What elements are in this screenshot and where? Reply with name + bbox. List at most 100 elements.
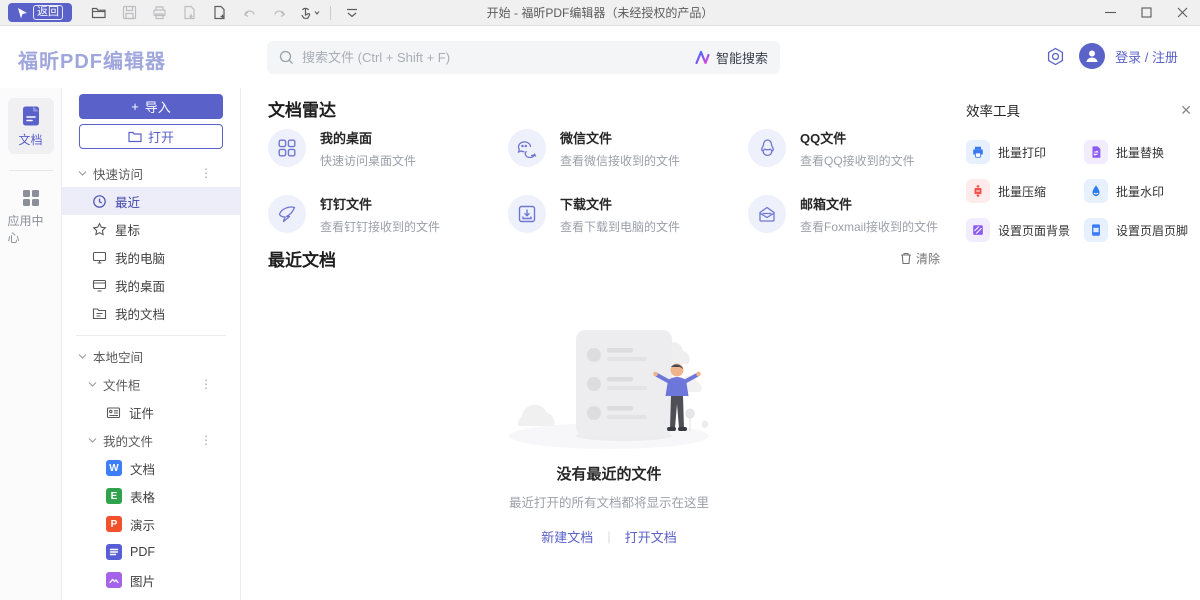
export-page-icon[interactable] [174,2,204,24]
tree-item-pdf[interactable]: PDF [62,538,240,566]
rail-item-app-center[interactable]: 应用中心 [8,181,54,252]
login-register-link[interactable]: 登录 / 注册 [1115,47,1178,66]
tree-item-images[interactable]: 图片 [62,566,240,594]
document-icon [20,105,42,127]
kebab-menu-icon[interactable]: ⋮ [200,166,212,180]
radar-card-downloads[interactable]: 下载文件查看下载到电脑的文件 [508,192,748,236]
tool-batch-compress[interactable]: 批量压缩 [966,179,1084,203]
item-label: 星标 [115,220,140,239]
close-button[interactable] [1164,0,1200,26]
tree-item-slides[interactable]: P 演示 [62,510,240,538]
new-document-link[interactable]: 新建文档 [541,527,593,546]
tool-batch-print[interactable]: 批量打印 [966,140,1084,164]
radar-card-wechat[interactable]: 微信文件查看微信接收到的文件 [508,126,748,170]
card-title: 钉钉文件 [320,194,440,213]
folder-documents-icon [92,306,107,321]
tree-item-my-documents[interactable]: 我的文档 [62,299,240,327]
tree-group-my-files[interactable]: 我的文件 ⋮ [62,426,240,454]
avatar[interactable] [1079,43,1105,69]
card-subtitle: 查看钉钉接收到的文件 [320,218,440,235]
recent-documents-header: 最近文档 清除 [268,246,940,271]
dingtalk-icon [268,195,306,233]
ai-search-button[interactable]: 智能搜索 [695,48,768,67]
open-file-icon[interactable] [84,2,114,24]
computer-icon [92,250,107,265]
tool-page-background[interactable]: 设置页面背景 [966,218,1084,242]
group-label: 快速访问 [93,164,143,183]
undo-icon[interactable] [234,2,264,24]
search-bar[interactable]: 智能搜索 [267,41,780,74]
app-grid-icon [21,188,41,208]
excel-file-icon: E [106,488,122,504]
tree-group-local-space[interactable]: 本地空间 [62,342,240,370]
tool-header-footer[interactable]: 设置页眉页脚 [1084,218,1192,242]
save-icon[interactable] [114,2,144,24]
print-icon[interactable] [144,2,174,24]
card-subtitle: 查看下载到电脑的文件 [560,218,680,235]
settings-gear-icon[interactable] [1046,47,1065,66]
quick-toolbar [84,2,367,24]
desktop-icon [92,278,107,293]
window-controls [1092,0,1200,25]
caret-down-icon [88,437,97,444]
clear-recent-button[interactable]: 清除 [900,250,940,267]
collapse-toolbar-icon[interactable] [337,2,367,24]
card-subtitle: 快速访问桌面文件 [320,152,416,169]
plus-icon: + [131,99,139,114]
pdf-file-icon [106,544,122,560]
maximize-button[interactable] [1128,0,1164,26]
tree-item-word-documents[interactable]: W 文档 [62,454,240,482]
search-icon [279,50,294,65]
empty-title: 没有最近的文件 [241,463,977,484]
tool-batch-watermark[interactable]: 批量水印 [1084,179,1192,203]
radar-card-dingtalk[interactable]: 钉钉文件查看钉钉接收到的文件 [268,192,508,236]
mail-icon [748,195,786,233]
back-button[interactable]: 返回 [8,3,72,22]
hand-tool-icon[interactable] [294,2,324,24]
tool-label: 批量压缩 [998,183,1046,200]
card-title: QQ文件 [800,128,915,147]
new-page-icon[interactable] [204,2,234,24]
open-button[interactable]: 打开 [79,124,223,149]
open-document-link[interactable]: 打开文档 [625,527,677,546]
tree-item-starred[interactable]: 星标 [62,215,240,243]
tree-item-my-desktop[interactable]: 我的桌面 [62,271,240,299]
id-card-icon [106,405,121,420]
tree-item-my-computer[interactable]: 我的电脑 [62,243,240,271]
group-label: 我的文件 [103,431,153,450]
redo-icon[interactable] [264,2,294,24]
ai-icon [695,50,711,65]
tool-batch-replace[interactable]: 批量替换 [1084,140,1192,164]
left-rail: 文档 应用中心 [0,88,62,600]
tree-item-recent[interactable]: 最近 [62,187,240,215]
card-title: 下载文件 [560,194,680,213]
rail-item-documents[interactable]: 文档 [8,98,54,154]
empty-subtitle: 最近打开的所有文档都将显示在这里 [241,492,977,511]
rail-divider [9,170,53,171]
sidebar: + 导入 打开 快速访问 ⋮ 最近 星标 我的电脑 我的桌面 我的文档 [62,88,241,600]
app-logo: 福昕PDF编辑器 [18,45,166,74]
word-file-icon: W [106,460,122,476]
radar-card-my-desktop[interactable]: 我的桌面快速访问桌面文件 [268,126,508,170]
caret-down-icon [78,353,87,360]
radar-card-qq[interactable]: QQ文件查看QQ接收到的文件 [748,126,988,170]
tree-item-sheets[interactable]: E 表格 [62,482,240,510]
search-input[interactable] [302,50,695,65]
star-icon [92,222,107,237]
clear-label: 清除 [916,250,940,267]
kebab-menu-icon[interactable]: ⋮ [200,377,212,391]
kebab-menu-icon[interactable]: ⋮ [200,433,212,447]
tree-item-certificates[interactable]: 证件 [62,398,240,426]
radar-card-mailbox[interactable]: 邮箱文件查看Foxmail接收到的文件 [748,192,988,236]
tree-group-file-cabinet[interactable]: 文件柜 ⋮ [62,370,240,398]
close-panel-icon[interactable]: ✕ [1180,103,1192,117]
ppt-file-icon: P [106,516,122,532]
import-button[interactable]: + 导入 [79,94,223,119]
tree-group-quick-access[interactable]: 快速访问 ⋮ [62,159,240,187]
minimize-button[interactable] [1092,0,1128,26]
header-footer-icon [1084,218,1108,242]
tools-panel-title: 效率工具 [966,100,1020,120]
tool-label: 批量打印 [998,144,1046,161]
tool-label: 批量替换 [1116,144,1164,161]
titlebar: 返回 开始 - 福昕PDF编辑器（未经授权的产品） [0,0,1200,26]
